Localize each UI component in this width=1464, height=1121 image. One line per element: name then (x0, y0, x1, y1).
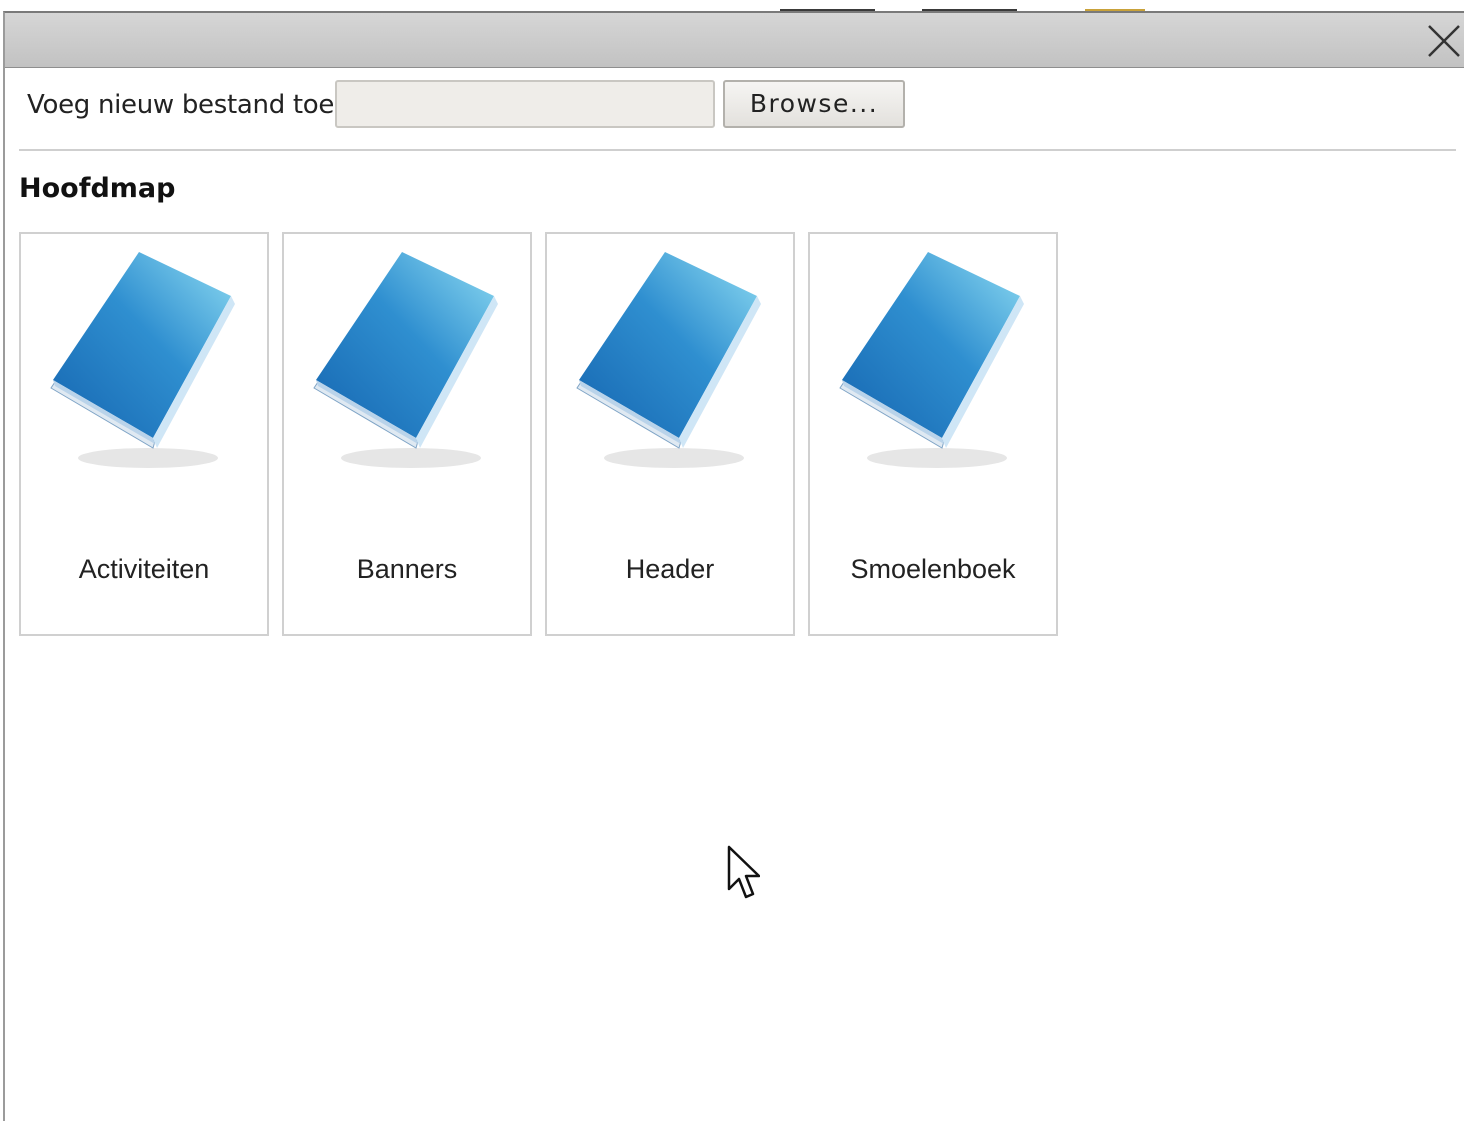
folder-label: Smoelenboek (850, 554, 1016, 584)
file-path-field[interactable] (335, 80, 715, 128)
upload-label: Voeg nieuw bestand toe: (27, 90, 343, 120)
close-icon[interactable] (1426, 23, 1462, 59)
browse-button[interactable]: Browse... (723, 80, 905, 128)
divider (19, 149, 1456, 151)
folder-item-header[interactable]: Header (545, 232, 795, 636)
folder-title: Hoofdmap (19, 173, 176, 204)
book-icon (839, 252, 1024, 468)
folder-label: Banners (356, 554, 458, 584)
book-icon (313, 252, 498, 468)
folder-label: Activiteiten (78, 554, 210, 584)
folder-item-activiteiten[interactable]: Activiteiten (19, 232, 269, 636)
file-manager-dialog: Voeg nieuw bestand toe: Browse... Hoofdm… (3, 11, 1464, 1121)
folder-label: Header (625, 554, 715, 584)
folder-item-banners[interactable]: Banners (282, 232, 532, 636)
folder-item-smoelenboek[interactable]: Smoelenboek (808, 232, 1058, 636)
book-icon (576, 252, 761, 468)
mouse-cursor-icon (726, 845, 761, 905)
upload-row: Voeg nieuw bestand toe: Browse... (5, 68, 1464, 148)
book-icon (50, 252, 235, 468)
dialog-titlebar (5, 13, 1464, 68)
